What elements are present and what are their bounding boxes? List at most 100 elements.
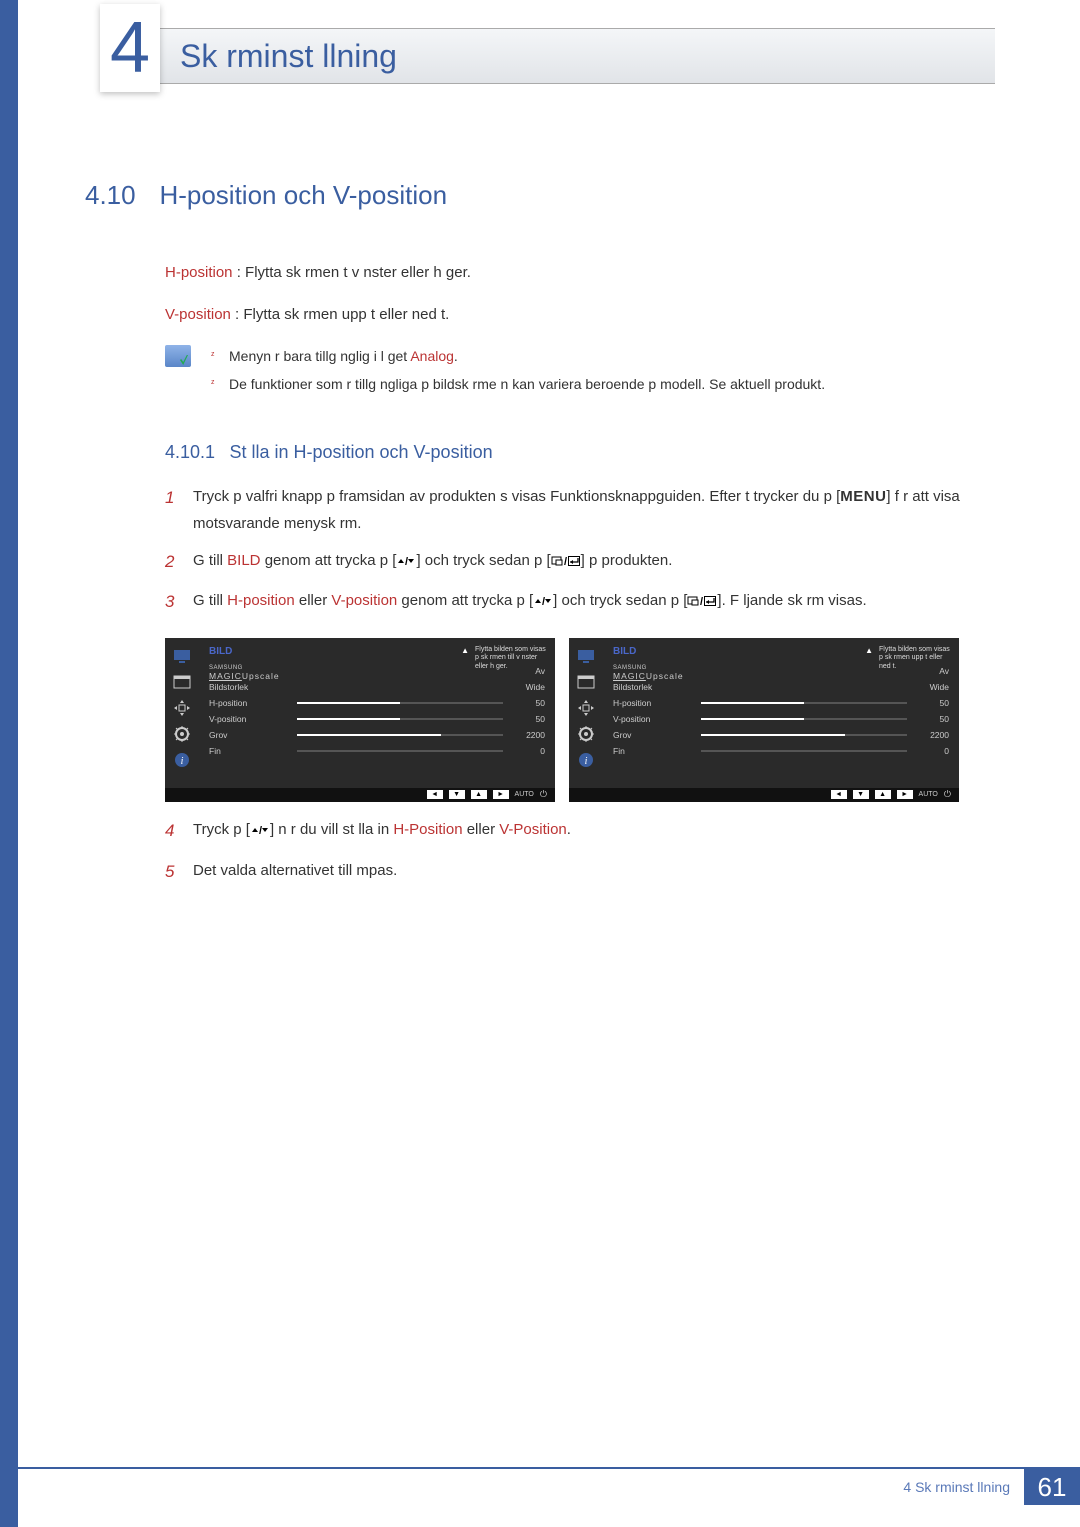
step-body: G till BILD genom att trycka p [/] och t…: [193, 547, 672, 578]
svg-text:/: /: [700, 596, 703, 607]
hposition-term: H-position: [165, 264, 233, 281]
osd-nav-left-icon: ◄: [427, 790, 443, 799]
picture-icon: [173, 674, 191, 690]
note-icon: [165, 345, 191, 367]
section-title: H-position och V-position: [159, 180, 447, 211]
osd-description: Flytta bilden som visas p sk rmen upp t …: [879, 646, 955, 671]
step-item: 4 Tryck p [/] n r du vill st lla in H-Po…: [165, 816, 995, 847]
subsection-heading: 4.10.1 St lla in H-position och V-positi…: [165, 442, 995, 463]
monitor-icon: [577, 648, 595, 664]
osd-row-fin: Fin 0: [613, 743, 949, 759]
info-note-item: De funktioner som r tillg ngliga p bilds…: [211, 373, 825, 395]
info-note-item: Menyn r bara tillg nglig i l get Analog.: [211, 345, 825, 367]
position-icon: [577, 700, 595, 716]
step-body: Tryck p valfri knapp p framsidan av prod…: [193, 483, 995, 537]
info-text: .: [454, 348, 458, 364]
osd-nav-down-icon: ▼: [853, 790, 869, 799]
osd-footer: ◄ ▼ ▲ ► AUTO ⏻: [569, 788, 959, 802]
step-item: 3 G till H-position eller V-position gen…: [165, 587, 995, 618]
vposition-definition: V-position : Flytta sk rmen upp t eller …: [165, 303, 995, 327]
footer-page-number: 61: [1024, 1469, 1080, 1505]
info-icon: i: [577, 752, 595, 768]
osd-screenshots: i BILD ▲ SAMSUNGMAGICUpscale Av Bildstor…: [165, 638, 995, 802]
monitor-icon: [173, 648, 191, 664]
osd-panel-hpos: i BILD ▲ SAMSUNGMAGICUpscale Av Bildstor…: [165, 638, 555, 802]
left-accent-bar: [0, 0, 18, 1527]
menu-label: MENU: [840, 488, 886, 505]
osd-side-icons: i: [569, 638, 603, 788]
osd-row-vposition: V-position 50: [613, 711, 949, 727]
chapter-number-badge: 4: [100, 4, 160, 92]
step-item: 1 Tryck p valfri knapp p framsidan av pr…: [165, 483, 995, 537]
osd-footer: ◄ ▼ ▲ ► AUTO ⏻: [165, 788, 555, 802]
page-footer: 4 Sk rminst llning 61: [18, 1467, 1080, 1505]
steps-list-continued: 4 Tryck p [/] n r du vill st lla in H-Po…: [165, 816, 995, 887]
step-number: 1: [165, 483, 179, 537]
osd-row-grov: Grov 2200: [209, 727, 545, 743]
section-heading: 4.10 H-position och V-position: [85, 180, 995, 211]
svg-text:/: /: [405, 556, 408, 567]
section-body: H-position : Flytta sk rmen t v nster el…: [165, 261, 995, 402]
info-analog: Analog: [410, 348, 454, 364]
page-content: 4.10 H-position och V-position H-positio…: [85, 180, 995, 897]
osd-nav-right-icon: ►: [493, 790, 509, 799]
steps-list: 1 Tryck p valfri knapp p framsidan av pr…: [165, 483, 995, 618]
step-number: 2: [165, 547, 179, 578]
osd-nav-left-icon: ◄: [831, 790, 847, 799]
osd-main: BILD ▲ SAMSUNGMAGICUpscale Av Bildstorle…: [199, 638, 555, 788]
chapter-title: Sk rminst llning: [180, 38, 397, 75]
osd-row-hposition: H-position 50: [209, 695, 545, 711]
up-down-arrow-icon: /: [250, 824, 270, 836]
step-number: 5: [165, 857, 179, 888]
step-body: Det valda alternativet till mpas.: [193, 857, 397, 888]
vposition-term: V-position: [165, 306, 231, 323]
osd-arrow-up-icon: ▲: [865, 646, 873, 655]
source-enter-icon: /: [687, 595, 717, 607]
step-item: 2 G till BILD genom att trycka p [/] och…: [165, 547, 995, 578]
vposition-desc: : Flytta sk rmen upp t eller ned t.: [231, 306, 449, 323]
source-enter-icon: /: [551, 555, 581, 567]
osd-row-vposition: V-position 50: [209, 711, 545, 727]
osd-nav-up-icon: ▲: [875, 790, 891, 799]
svg-text:/: /: [259, 825, 262, 836]
info-note-list: Menyn r bara tillg nglig i l get Analog.…: [211, 345, 825, 402]
osd-side-icons: i: [165, 638, 199, 788]
subsection-title: St lla in H-position och V-position: [229, 442, 492, 462]
osd-row-hposition: H-position 50: [613, 695, 949, 711]
osd-auto-label: AUTO: [919, 791, 938, 798]
info-text: Menyn r bara tillg nglig i l get: [229, 348, 410, 364]
osd-nav-right-icon: ►: [897, 790, 913, 799]
osd-arrow-up-icon: ▲: [461, 646, 469, 655]
svg-text:/: /: [542, 596, 545, 607]
info-icon: i: [173, 752, 191, 768]
section-number: 4.10: [85, 180, 155, 211]
settings-icon: [173, 726, 191, 742]
step-number: 4: [165, 816, 179, 847]
position-icon: [173, 700, 191, 716]
osd-panel-vpos: i BILD ▲ SAMSUNGMAGICUpscale Av Bildstor…: [569, 638, 959, 802]
osd-row-bildstorlek: Bildstorlek Wide: [209, 679, 545, 695]
subsection-number: 4.10.1: [165, 442, 225, 463]
hposition-definition: H-position : Flytta sk rmen t v nster el…: [165, 261, 995, 285]
osd-row-bildstorlek: Bildstorlek Wide: [613, 679, 949, 695]
osd-nav-up-icon: ▲: [471, 790, 487, 799]
step-body: Tryck p [/] n r du vill st lla in H-Posi…: [193, 816, 571, 847]
svg-text:i: i: [585, 756, 588, 767]
osd-nav-down-icon: ▼: [449, 790, 465, 799]
step-body: G till H-position eller V-position genom…: [193, 587, 867, 618]
up-down-arrow-icon: /: [396, 555, 416, 567]
osd-main: BILD ▲ SAMSUNGMAGICUpscale Av Bildstorle…: [603, 638, 959, 788]
up-down-arrow-icon: /: [533, 595, 553, 607]
osd-row-fin: Fin 0: [209, 743, 545, 759]
settings-icon: [577, 726, 595, 742]
osd-description: Flytta bilden som visas p sk rmen till v…: [475, 646, 551, 671]
chapter-header: Sk rminst llning: [100, 28, 995, 84]
power-icon: ⏻: [540, 789, 547, 800]
chapter-number: 4: [110, 7, 150, 89]
power-icon: ⏻: [944, 789, 951, 800]
step-item: 5 Det valda alternativet till mpas.: [165, 857, 995, 888]
osd-row-grov: Grov 2200: [613, 727, 949, 743]
svg-text:i: i: [181, 756, 184, 767]
info-note-block: Menyn r bara tillg nglig i l get Analog.…: [165, 345, 995, 402]
picture-icon: [577, 674, 595, 690]
